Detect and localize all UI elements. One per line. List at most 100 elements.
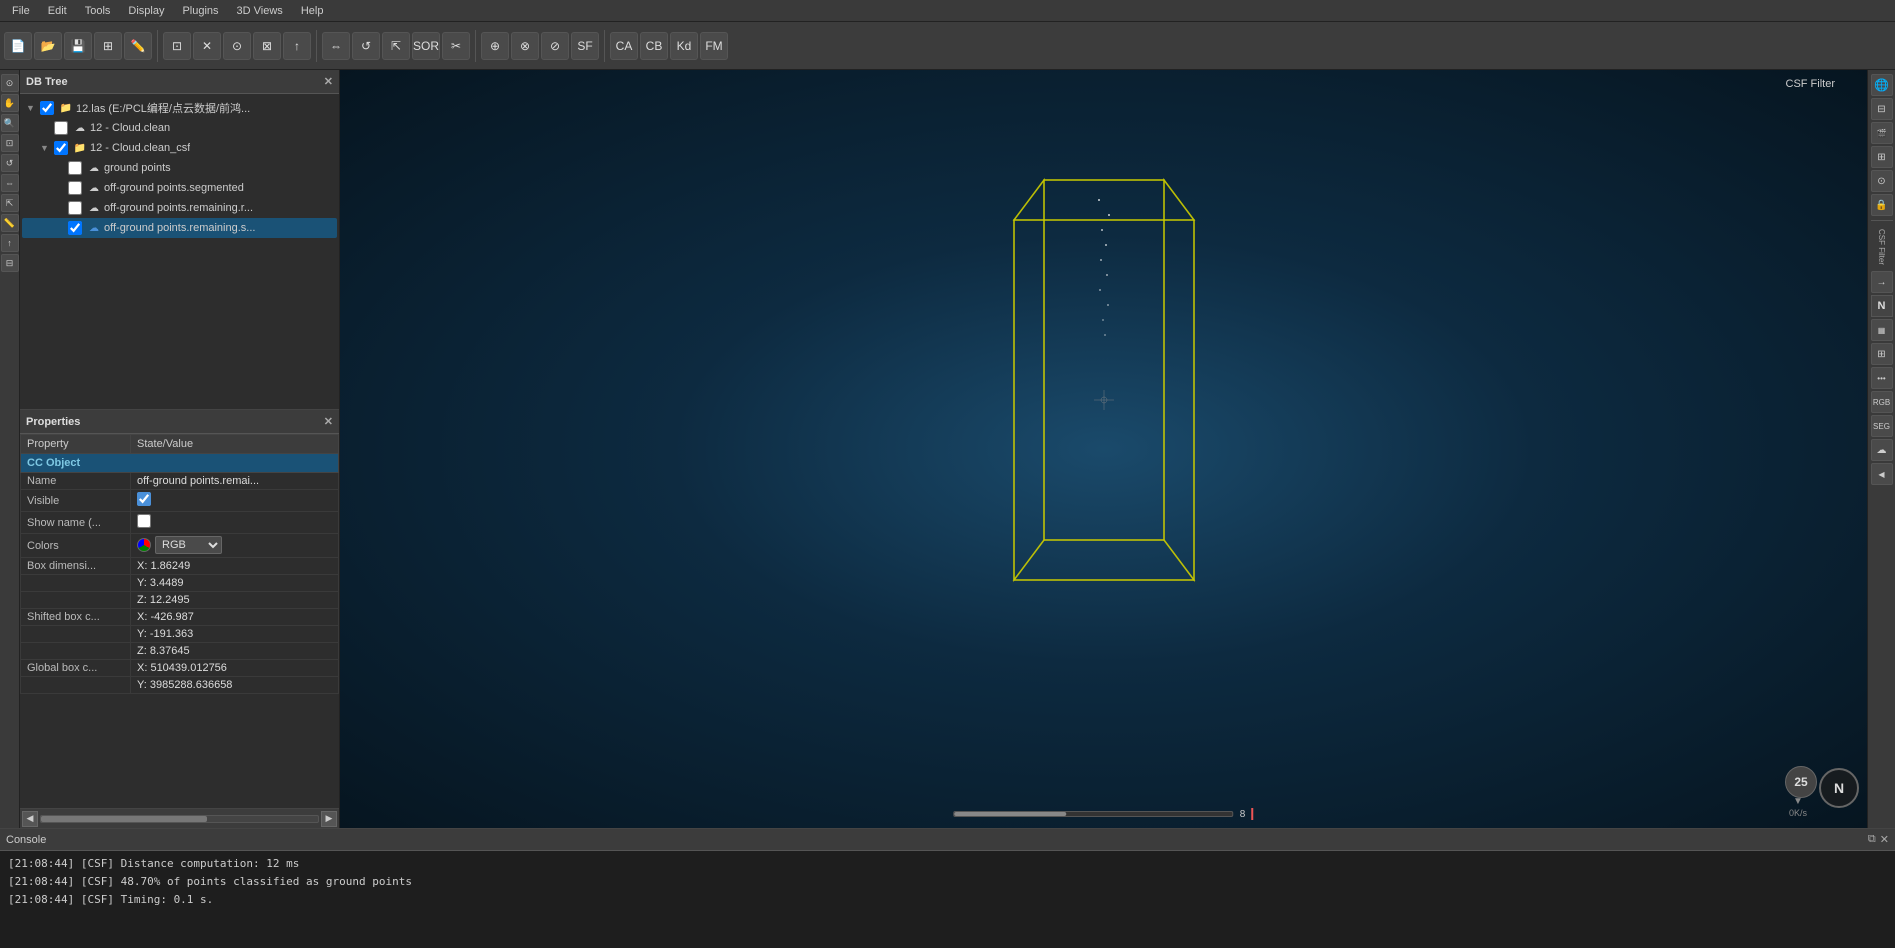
prop-value-visible[interactable] xyxy=(131,490,339,512)
viewport-3d[interactable]: CSF Filter xyxy=(340,70,1867,828)
toolbar-btn-canopy-classify[interactable]: CB xyxy=(640,32,668,60)
left-tool-pick2[interactable]: ↑ xyxy=(1,234,19,252)
toolbar-btn-sample[interactable]: ⊠ xyxy=(253,32,281,60)
left-tool-move[interactable]: ⇔ xyxy=(1,174,19,192)
toolbar-btn-save[interactable]: 💾 xyxy=(64,32,92,60)
tree-checkbox-root[interactable] xyxy=(40,101,54,115)
toolbar-btn-select[interactable]: ⊡ xyxy=(163,32,191,60)
scroll-right[interactable]: ▶ xyxy=(321,811,337,827)
prop-row-colors: Colors RGB Height Intensity xyxy=(21,534,339,558)
colors-select[interactable]: RGB Height Intensity xyxy=(155,536,222,554)
left-tool-select[interactable]: ⊡ xyxy=(1,134,19,152)
menu-item-3d views[interactable]: 3D Views xyxy=(229,3,291,19)
tree-item-cloud-clean[interactable]: ☁12 - Cloud.clean xyxy=(22,118,337,138)
toolbar-btn-pick[interactable]: ↑ xyxy=(283,32,311,60)
console-float[interactable]: ⧉ xyxy=(1868,833,1876,846)
properties-close[interactable]: ✕ xyxy=(324,415,333,428)
prop-name-empty3 xyxy=(21,677,131,694)
tree-item-root[interactable]: ▼📁12.las (E:/PCL编程/点云数据/前鸿... xyxy=(22,98,337,118)
tree-text-off-ground-segmented: off-ground points.segmented xyxy=(104,182,244,194)
right-tool-layers[interactable]: ⊟ xyxy=(1871,98,1893,120)
left-tool-zoom[interactable]: 🔍 xyxy=(1,114,19,132)
prop-val-shifted-x: X: -426.987 xyxy=(131,609,339,626)
toolbar-btn-scale[interactable]: ⇱ xyxy=(382,32,410,60)
menu-item-help[interactable]: Help xyxy=(293,3,332,19)
db-tree-content[interactable]: ▼📁12.las (E:/PCL编程/点云数据/前鸿...☁12 - Cloud… xyxy=(20,94,339,409)
right-tool-compass[interactable]: ⊙ xyxy=(1871,170,1893,192)
right-tool-globe[interactable]: 🌐 xyxy=(1871,74,1893,96)
toolbar-btn-merge[interactable]: ⊗ xyxy=(511,32,539,60)
prop-name-shiftedbox: Shifted box c... xyxy=(21,609,131,626)
toolbar-btn-open[interactable]: 📂 xyxy=(34,32,62,60)
prop-row-boxdim-Y: Y: 3.4489 xyxy=(21,575,339,592)
toolbar-btn-rotate[interactable]: ↺ xyxy=(352,32,380,60)
progress-fill xyxy=(955,812,1066,816)
prop-val-shifted-Y:: Y: -191.363 xyxy=(131,626,339,643)
showname-checkbox[interactable] xyxy=(137,514,151,528)
right-tool-grid[interactable]: ⊞ xyxy=(1871,343,1893,365)
right-tool-hist[interactable]: ▦ xyxy=(1871,319,1893,341)
toolbar-btn-sf[interactable]: SF xyxy=(571,32,599,60)
right-tool-back[interactable]: ◀ xyxy=(1871,463,1893,485)
toolbar-btn-translate[interactable]: ⇔ xyxy=(322,32,350,60)
tree-checkbox-off-ground-remaining-r[interactable] xyxy=(68,201,82,215)
right-tool-lock[interactable]: 🔒 xyxy=(1871,194,1893,216)
prop-row-visible: Visible xyxy=(21,490,339,512)
toolbar-btn-properties[interactable]: ⊞ xyxy=(94,32,122,60)
left-tool-scale2[interactable]: ⇱ xyxy=(1,194,19,212)
visible-checkbox[interactable] xyxy=(137,492,151,506)
toolbar-btn-fm[interactable]: FM xyxy=(700,32,728,60)
toolbar-btn-delete[interactable]: ✕ xyxy=(193,32,221,60)
left-tool-hand[interactable]: ✋ xyxy=(1,94,19,112)
console-close[interactable]: ✕ xyxy=(1880,833,1889,846)
toolbar-btn-extract[interactable]: ⊕ xyxy=(481,32,509,60)
right-tool-rgb[interactable]: RGB xyxy=(1871,391,1893,413)
menu-item-tools[interactable]: Tools xyxy=(77,3,119,19)
toolbar-btn-kd[interactable]: Kd xyxy=(670,32,698,60)
toolbar-btn-sor[interactable]: SOR xyxy=(412,32,440,60)
tree-item-cloud-clean-csf[interactable]: ▼📁12 - Cloud.clean_csf xyxy=(22,138,337,158)
menu-item-display[interactable]: Display xyxy=(120,3,172,19)
prop-value-showname[interactable] xyxy=(131,512,339,534)
tree-item-off-ground-segmented[interactable]: ☁off-ground points.segmented xyxy=(22,178,337,198)
toolbar-btn-filter[interactable]: ⊙ xyxy=(223,32,251,60)
right-tool-cloud[interactable]: ☁ xyxy=(1871,439,1893,461)
right-tool-camera[interactable]: 🎬 xyxy=(1871,122,1893,144)
toolbar-btn-segment[interactable]: ✂ xyxy=(442,32,470,60)
left-tool-layers2[interactable]: ⊟ xyxy=(1,254,19,272)
tree-checkbox-cloud-clean-csf[interactable] xyxy=(54,141,68,155)
tree-item-off-ground-remaining-r[interactable]: ☁off-ground points.remaining.r... xyxy=(22,198,337,218)
tree-item-off-ground-remaining-s[interactable]: ☁off-ground points.remaining.s... xyxy=(22,218,337,238)
right-tool-north[interactable]: N xyxy=(1871,295,1893,317)
tree-checkbox-ground-points[interactable] xyxy=(68,161,82,175)
tree-item-ground-points[interactable]: ☁ground points xyxy=(22,158,337,178)
toolbar-btn-new[interactable]: 📄 xyxy=(4,32,32,60)
progress-red-marker xyxy=(1251,808,1253,820)
right-tool-seg[interactable]: SEG xyxy=(1871,415,1893,437)
viewport-progress-bar: 8 xyxy=(722,808,1486,820)
left-tool-rotate[interactable]: ↺ xyxy=(1,154,19,172)
prop-value-colors[interactable]: RGB Height Intensity xyxy=(131,534,339,558)
toolbar-btn-edit[interactable]: ✏️ xyxy=(124,32,152,60)
scroll-left[interactable]: ◀ xyxy=(22,811,38,827)
prop-col-property: Property xyxy=(21,435,131,454)
right-tool-transform[interactable]: ⊞ xyxy=(1871,146,1893,168)
toolbar-btn-canopy-create[interactable]: CA xyxy=(610,32,638,60)
toolbar: 📄📂💾⊞✏️ ⊡✕⊙⊠↑ ⇔↺⇱SOR✂ ⊕⊗⊘SF CACBKdFM xyxy=(0,22,1895,70)
right-tool-pts[interactable]: ••• xyxy=(1871,367,1893,389)
properties-table: Property State/Value CC ObjectNameoff-gr… xyxy=(20,434,339,808)
left-tool-cursor[interactable]: ⊙ xyxy=(1,74,19,92)
right-tool-arrow[interactable]: → xyxy=(1871,271,1893,293)
tree-checkbox-off-ground-segmented[interactable] xyxy=(68,181,82,195)
db-tree-close[interactable]: ✕ xyxy=(324,75,333,88)
tree-checkbox-cloud-clean[interactable] xyxy=(54,121,68,135)
menu-item-edit[interactable]: Edit xyxy=(40,3,75,19)
toolbar-btn-split[interactable]: ⊘ xyxy=(541,32,569,60)
tree-checkbox-off-ground-remaining-s[interactable] xyxy=(68,221,82,235)
menu-item-plugins[interactable]: Plugins xyxy=(174,3,226,19)
properties-scrollbar[interactable]: ◀ ▶ xyxy=(20,808,339,828)
left-tool-measure[interactable]: 📏 xyxy=(1,214,19,232)
menu-item-file[interactable]: File xyxy=(4,3,38,19)
console-content[interactable]: [21:08:44] [CSF] Distance computation: 1… xyxy=(0,851,1895,948)
toolbar-sep-5 xyxy=(157,30,158,62)
